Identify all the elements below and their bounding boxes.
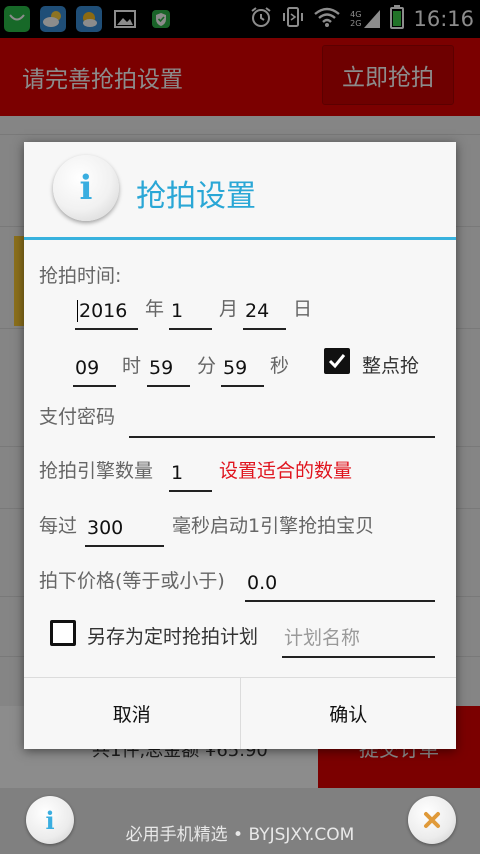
month-unit: 月 (219, 298, 239, 320)
interval-input[interactable]: 300 (85, 511, 164, 547)
close-icon (424, 812, 440, 828)
on-the-hour-checkbox[interactable] (324, 348, 350, 374)
hour-input[interactable]: 09 (73, 351, 116, 387)
cancel-button[interactable]: 取消 (24, 678, 240, 749)
time-label: 抢拍时间: (39, 265, 122, 287)
close-button[interactable] (408, 796, 456, 844)
on-the-hour-label: 整点抢 (362, 355, 420, 377)
info-icon: i (53, 155, 119, 221)
engine-count-input[interactable]: 1 (169, 456, 212, 492)
dialog-footer: 取消 确认 (24, 677, 456, 749)
dialog-title: 抢拍设置 (136, 179, 256, 214)
minute-unit: 分 (197, 355, 217, 377)
day-input[interactable]: 24 (243, 294, 286, 330)
save-plan-label: 另存为定时抢拍计划 (87, 626, 259, 648)
text-cursor (77, 300, 78, 322)
plan-name-input[interactable]: 计划名称 (282, 622, 435, 658)
save-plan-checkbox[interactable] (50, 620, 76, 646)
engine-count-label: 抢拍引擎数量 (39, 460, 154, 482)
grab-settings-dialog: i 抢拍设置 抢拍时间: 2016 年 1 月 24 日 09 时 59 分 5… (24, 142, 456, 749)
dialog-header: i 抢拍设置 (24, 142, 456, 238)
plan-name-placeholder: 计划名称 (284, 627, 361, 649)
confirm-button[interactable]: 确认 (239, 678, 457, 749)
minute-input[interactable]: 59 (147, 351, 190, 387)
second-unit: 秒 (270, 355, 290, 377)
hour-unit: 时 (122, 355, 142, 377)
year-input[interactable]: 2016 (75, 294, 138, 330)
month-input[interactable]: 1 (169, 294, 212, 330)
checkmark-icon (328, 354, 346, 369)
day-unit: 日 (293, 298, 313, 320)
second-input[interactable]: 59 (221, 351, 264, 387)
engine-count-note: 设置适合的数量 (219, 460, 353, 482)
bottom-bar: i 必用手机精选 • BYJSJXY.COM (0, 788, 480, 854)
price-input[interactable]: 0.0 (245, 566, 435, 602)
password-input[interactable] (129, 402, 435, 438)
year-unit: 年 (145, 298, 165, 320)
interval-prefix: 每过 (39, 515, 78, 537)
dialog-divider (24, 237, 456, 240)
password-label: 支付密码 (39, 406, 116, 428)
price-label: 拍下价格(等于或小于) (39, 570, 225, 592)
interval-suffix: 毫秒启动1引擎抢拍宝贝 (172, 515, 375, 537)
